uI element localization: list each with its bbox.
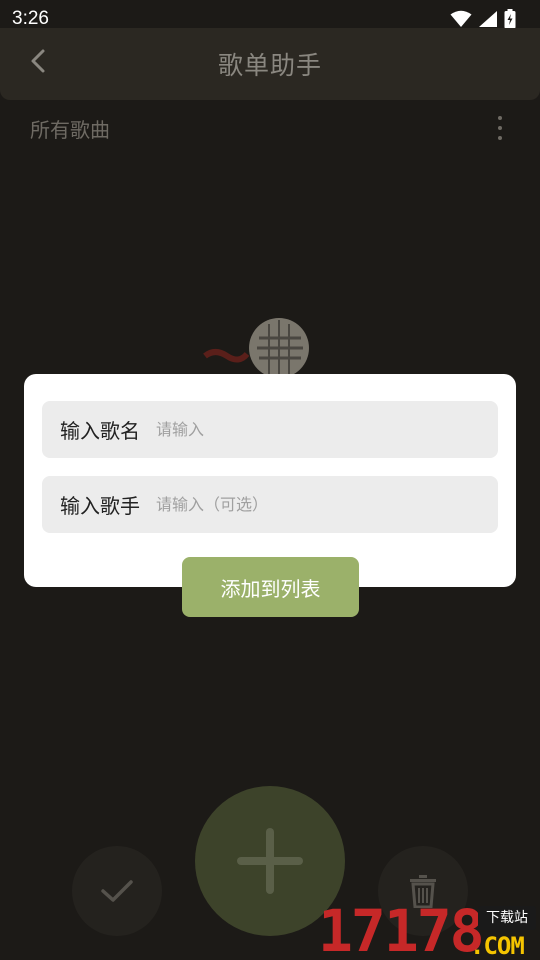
singer-field[interactable]: 输入歌手 — [42, 476, 498, 533]
app-toolbar: 歌单助手 — [0, 28, 540, 100]
back-button[interactable] — [24, 46, 54, 76]
watermark-number: 17178 — [318, 897, 485, 960]
more-vert-icon — [498, 116, 502, 120]
wifi-icon — [450, 10, 472, 27]
add-to-list-button[interactable]: 添加到列表 — [182, 557, 359, 617]
confirm-button[interactable] — [72, 846, 162, 936]
check-icon — [101, 880, 133, 902]
more-options-button[interactable] — [490, 113, 510, 143]
watermark-domain: .COM — [470, 932, 525, 960]
singer-label: 输入歌手 — [60, 494, 140, 518]
song-name-field[interactable]: 输入歌名 — [42, 401, 498, 458]
watermark-badge: 下载站 — [478, 906, 536, 930]
status-time: 3:26 — [12, 8, 49, 29]
signal-icon — [479, 11, 497, 27]
song-name-input[interactable] — [156, 409, 480, 450]
section-title: 所有歌曲 — [30, 117, 110, 142]
add-song-dialog: 输入歌名 输入歌手 — [24, 374, 516, 587]
singer-input[interactable] — [156, 484, 480, 525]
section-header: 所有歌曲 — [0, 100, 540, 156]
page-title: 歌单助手 — [217, 51, 322, 80]
battery-icon — [504, 9, 516, 29]
song-name-label: 输入歌名 — [60, 419, 140, 443]
site-watermark: 17178 下载站 .COM — [318, 902, 540, 960]
plus-icon — [237, 828, 303, 894]
back-arrow-icon — [31, 49, 45, 73]
status-icons — [450, 9, 516, 29]
